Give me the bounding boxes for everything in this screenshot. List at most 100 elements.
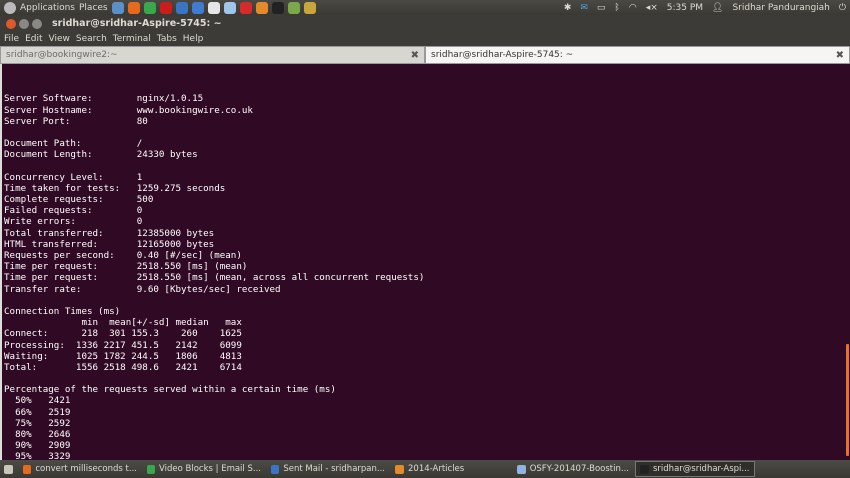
- menu-view[interactable]: View: [49, 34, 70, 44]
- firefox-icon[interactable]: [127, 1, 140, 14]
- power-icon[interactable]: ⏻: [839, 3, 846, 13]
- taskbar-item-label: Sent Mail - sridharpan...: [283, 464, 385, 474]
- terminal-output[interactable]: Server Software: nginx/1.0.15 Server Host…: [0, 64, 850, 460]
- taskbar-item-label: 2014-Articles: [408, 464, 465, 474]
- terminal-line: Percentage of the requests served within…: [4, 384, 336, 396]
- menu-tabs[interactable]: Tabs: [157, 34, 177, 44]
- text-editor-icon[interactable]: [207, 1, 220, 14]
- terminal-line: Time per request: 2518.550 [ms] (mean): [4, 261, 248, 273]
- terminal-line: Total transferred: 12385000 bytes: [4, 227, 215, 239]
- folder-icon: [395, 464, 404, 474]
- diagram-icon[interactable]: [239, 1, 252, 14]
- terminal-line: HTML transferred: 12165000 bytes: [4, 238, 215, 250]
- terminal-line: Transfer rate: 9.60 [Kbytes/sec] receive…: [4, 283, 281, 295]
- taskbar-item-label: Video Blocks | Email S...: [159, 464, 261, 474]
- terminal-icon[interactable]: [271, 1, 284, 14]
- tab-bookingwire2[interactable]: sridhar@bookingwire2:~ ✖: [0, 46, 425, 64]
- menu-help[interactable]: Help: [183, 34, 204, 44]
- opera-icon[interactable]: [159, 1, 172, 14]
- terminal-line: 95% 3329: [4, 451, 71, 460]
- terminal-line: 90% 2909: [4, 440, 71, 452]
- menu-bar: File Edit View Search Terminal Tabs Help: [0, 32, 850, 46]
- minimize-window-button[interactable]: [19, 18, 29, 29]
- terminal-line: Document Length: 24330 bytes: [4, 149, 198, 161]
- chrome-icon: [147, 464, 155, 474]
- taskbar-item[interactable]: 2014-Articles: [391, 461, 511, 477]
- volume-muted-icon[interactable]: ◂×: [646, 3, 658, 13]
- terminal-line: Concurrency Level: 1: [4, 171, 143, 183]
- window-title: sridhar@sridhar-Aspire-5745: ~: [52, 18, 222, 29]
- terminal-line: Connect: 218 301 155.3 260 1625: [4, 328, 242, 340]
- document-icon: [517, 464, 526, 474]
- terminal-line: Failed requests: 0: [4, 205, 143, 217]
- terminal-line: Processing: 1336 2217 451.5 2142 6099: [4, 339, 242, 351]
- taskbar-item[interactable]: Sent Mail - sridharpan...: [267, 461, 389, 477]
- terminal-line: Server Software: nginx/1.0.15: [4, 93, 204, 105]
- show-desktop-icon[interactable]: [4, 464, 13, 474]
- mail-icon[interactable]: ✉: [580, 3, 588, 13]
- terminal-line: Complete requests: 500: [4, 194, 154, 206]
- tools-icon[interactable]: [303, 1, 316, 14]
- terminal-icon: [640, 464, 649, 474]
- terminal-line: 80% 2646: [4, 429, 71, 440]
- scrollbar[interactable]: [844, 64, 850, 460]
- bottom-panel: convert milliseconds t... Video Blocks | …: [0, 460, 850, 478]
- terminal-line: Document Path: /: [4, 138, 143, 150]
- battery-icon[interactable]: ▭: [597, 3, 606, 13]
- taskbar-item[interactable]: Video Blocks | Email S...: [143, 461, 265, 477]
- terminal-line: Connection Times (ms): [4, 305, 121, 317]
- ubuntu-logo-icon[interactable]: [4, 1, 16, 14]
- bluetooth-icon[interactable]: ᛒ: [614, 3, 619, 13]
- terminal-line: Time taken for tests: 1259.275 seconds: [4, 182, 226, 194]
- places-menu[interactable]: Places: [79, 3, 108, 13]
- taskbar-item[interactable]: OSFY-201407-Boostin...: [513, 461, 633, 477]
- writer-icon[interactable]: [191, 1, 204, 14]
- maximize-window-button[interactable]: [32, 18, 42, 29]
- menu-file[interactable]: File: [4, 34, 19, 44]
- user-icon: 👤︎: [712, 2, 724, 13]
- terminal-line: 50% 2421: [4, 395, 71, 407]
- system-monitor-icon[interactable]: [287, 1, 300, 14]
- home-folder-icon[interactable]: [255, 1, 268, 14]
- chrome-icon[interactable]: [143, 1, 156, 14]
- taskbar-item[interactable]: convert milliseconds t...: [19, 461, 141, 477]
- mail-client-icon[interactable]: [175, 1, 188, 14]
- tab-label: sridhar@bookingwire2:~: [6, 50, 118, 60]
- terminal-line: Write errors: 0: [4, 216, 143, 228]
- taskbar-item[interactable]: sridhar@sridhar-Aspi...: [635, 461, 755, 477]
- menu-search[interactable]: Search: [76, 34, 107, 44]
- thunderbird-icon[interactable]: [111, 1, 124, 14]
- menu-edit[interactable]: Edit: [25, 34, 42, 44]
- indicator-icon[interactable]: ✱: [564, 3, 572, 13]
- system-tray: ✱ ✉ ▭ ᛒ ◠ ◂× 5:35 PM 👤︎ Sridhar Panduran…: [564, 0, 846, 15]
- terminal-text: Server Software: nginx/1.0.15 Server Host…: [2, 64, 850, 460]
- taskbar-item-label: OSFY-201407-Boostin...: [529, 464, 629, 474]
- clock[interactable]: 5:35 PM: [667, 3, 703, 13]
- terminal-line: 75% 2592: [4, 417, 71, 429]
- applications-menu[interactable]: Applications: [20, 3, 75, 13]
- launcher-icons: [108, 1, 316, 14]
- terminal-line: Time per request: 2518.550 [ms] (mean, a…: [4, 272, 425, 284]
- close-window-button[interactable]: [6, 18, 16, 29]
- chart-icon[interactable]: [223, 1, 236, 14]
- tab-sridhar-aspire[interactable]: sridhar@sridhar-Aspire-5745: ~ ✖: [425, 46, 850, 64]
- taskbar-item-label: convert milliseconds t...: [35, 464, 137, 474]
- mail-client-icon: [271, 464, 280, 474]
- window-list: convert milliseconds t... Video Blocks | …: [19, 461, 755, 477]
- close-tab-icon[interactable]: ✖: [411, 50, 419, 61]
- terminal-line: Server Port: 80: [4, 115, 148, 127]
- scrollbar-thumb[interactable]: [846, 344, 849, 456]
- tab-label: sridhar@sridhar-Aspire-5745: ~: [431, 50, 574, 60]
- terminal-line: Server Hostname: www.bookingwire.co.uk: [4, 104, 253, 116]
- user-name[interactable]: Sridhar Pandurangiah: [732, 3, 829, 13]
- wifi-icon[interactable]: ◠: [629, 3, 637, 13]
- close-tab-icon[interactable]: ✖: [836, 50, 844, 61]
- menu-terminal[interactable]: Terminal: [113, 34, 151, 44]
- firefox-icon: [23, 464, 32, 474]
